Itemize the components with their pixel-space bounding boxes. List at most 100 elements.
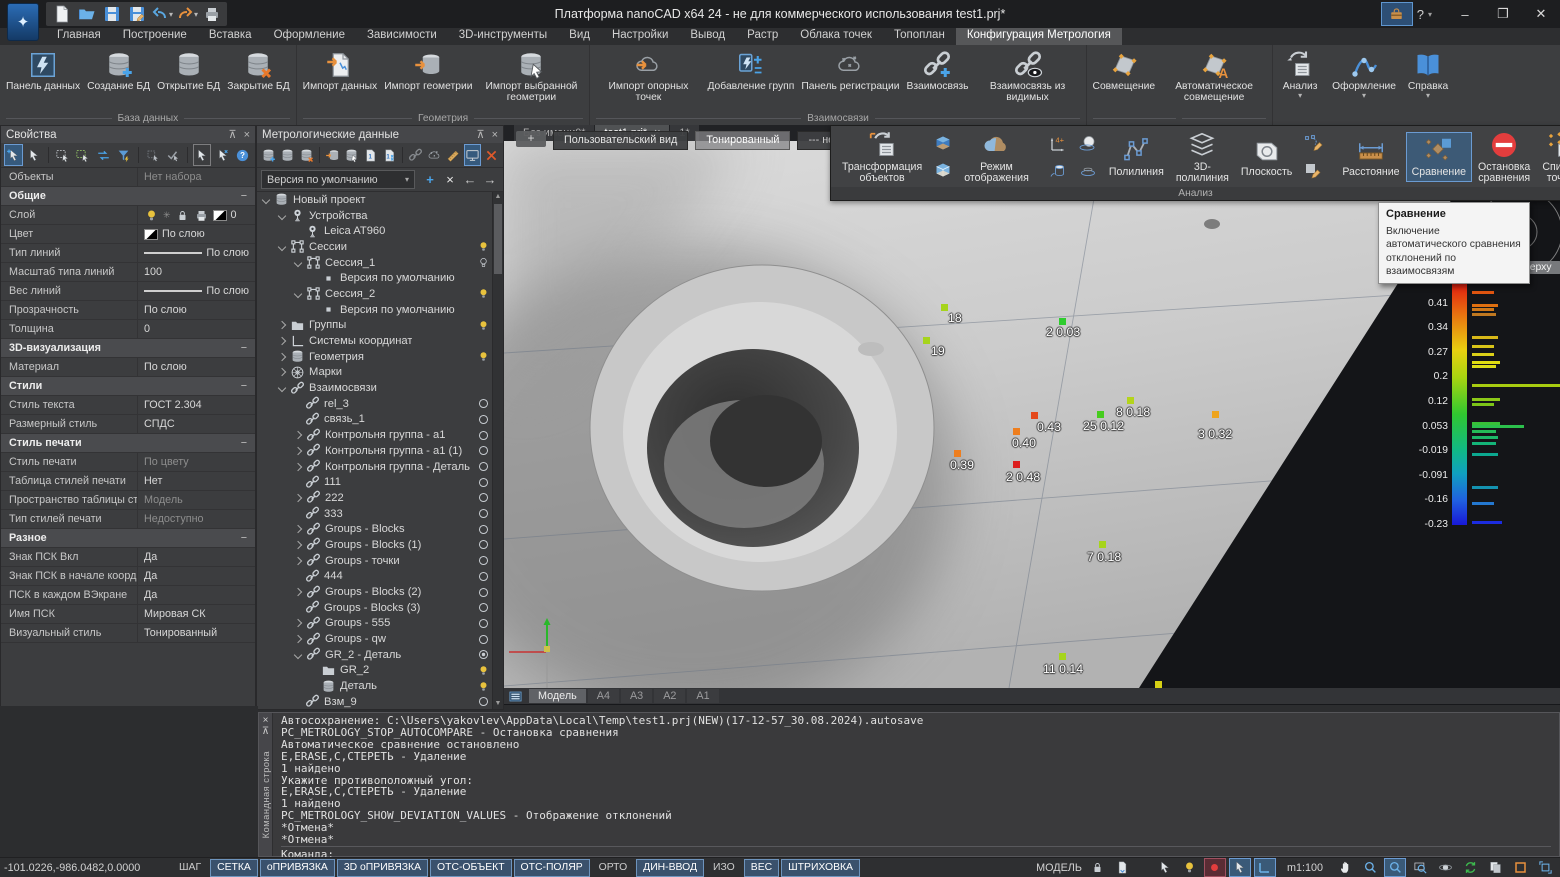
import-geometry-button[interactable]: Импорт геометрии <box>381 48 475 94</box>
property-value[interactable]: Да <box>138 589 255 601</box>
menu-tab[interactable]: Топоплан <box>883 28 956 45</box>
model-space-label[interactable]: МОДЕЛЬ <box>1036 862 1082 874</box>
circle-o-icon[interactable] <box>477 491 490 504</box>
shading-mode-button[interactable]: Тонированный <box>695 131 790 150</box>
deviation-marker[interactable] <box>1031 412 1038 419</box>
3d-polyline-button[interactable]: 3D-полилиния <box>1170 127 1235 187</box>
auto-alignment-button[interactable]: AАвтоматическое совмещение <box>1159 48 1269 105</box>
undo-button[interactable]: ▾ <box>150 3 173 25</box>
menu-tab[interactable]: Растр <box>736 28 789 45</box>
expander-icon[interactable] <box>278 368 286 376</box>
property-value[interactable]: 0 <box>138 323 255 335</box>
db-add-button[interactable] <box>260 144 277 166</box>
fullscreen-button[interactable] <box>1534 858 1556 877</box>
import-selected-geometry-button[interactable]: Импорт выбранной геометрии <box>476 48 586 105</box>
db-open2-button[interactable] <box>279 144 296 166</box>
property-value[interactable]: По слою <box>138 285 255 297</box>
tree-item[interactable]: Деталь <box>257 678 503 694</box>
circle-o-icon[interactable] <box>477 523 490 536</box>
status-toggle[interactable]: ДИН-ВВОД <box>636 859 704 877</box>
status-toggle[interactable]: ОТС-ПОЛЯР <box>514 859 590 877</box>
menu-tab[interactable]: Вставка <box>198 28 263 45</box>
relation-button[interactable]: Взаимосвязь <box>903 48 971 94</box>
circle-o-icon[interactable] <box>477 429 490 442</box>
tree-item[interactable]: Сессия_2 <box>257 286 503 302</box>
property-value[interactable]: Да <box>138 570 255 582</box>
bulb-on-icon[interactable] <box>477 664 490 677</box>
axes-4-button[interactable]: 4+ <box>1045 131 1071 156</box>
expander-icon[interactable] <box>278 321 286 329</box>
expander-icon[interactable] <box>294 588 302 596</box>
tree-item[interactable]: Геометрия <box>257 349 503 365</box>
deviation-marker[interactable] <box>1127 397 1134 404</box>
db-close-button[interactable]: Закрытие БД <box>224 48 292 94</box>
status-toggle[interactable]: ИЗО <box>706 859 742 877</box>
select-append-button[interactable] <box>4 144 23 166</box>
close-icon[interactable]: × <box>263 715 269 726</box>
bulb-on-icon[interactable] <box>477 680 490 693</box>
save-as-button[interactable] <box>125 3 148 25</box>
point-list-button[interactable]: Список точек <box>1536 127 1560 187</box>
property-value[interactable]: Мировая СК <box>138 608 255 620</box>
toolbox-icon[interactable] <box>1381 2 1413 26</box>
import-db-button[interactable] <box>324 144 341 166</box>
circle-dot-icon[interactable] <box>477 648 490 661</box>
measure-button[interactable] <box>445 144 462 166</box>
close-icon[interactable]: × <box>492 129 498 141</box>
circle-o-icon[interactable] <box>477 460 490 473</box>
sheet-tab[interactable]: А4 <box>588 689 619 703</box>
cursor-mode-button[interactable] <box>193 144 212 166</box>
deviation-marker[interactable] <box>1013 461 1020 468</box>
close-button[interactable]: ✕ <box>1522 0 1560 28</box>
sheet-list-icon[interactable] <box>508 689 523 704</box>
select-crossing-button[interactable] <box>74 144 93 166</box>
status-toggle[interactable]: ОТС-ОБЪЕКТ <box>430 859 512 877</box>
status-toggle[interactable]: оПРИВЯЗКА <box>260 859 335 877</box>
bulb-on-icon[interactable] <box>477 240 490 253</box>
tree-scrollbar[interactable]: ▲ ▼ <box>492 192 503 709</box>
property-value[interactable]: 100 <box>138 266 255 278</box>
circle-o-icon[interactable] <box>477 695 490 708</box>
cube-top-button[interactable] <box>930 131 956 156</box>
tree-item[interactable]: Groups - 555 <box>257 616 503 632</box>
expander-icon[interactable] <box>294 651 302 659</box>
compare-button[interactable]: Сравнение <box>1406 132 1472 181</box>
bulb-on-icon[interactable] <box>477 287 490 300</box>
status-toggle[interactable]: ОРТО <box>592 859 635 877</box>
status-toggle[interactable]: СЕТКА <box>210 859 258 877</box>
tree-item[interactable]: Groups - Blocks (3) <box>257 600 503 616</box>
minimize-button[interactable]: – <box>1446 0 1484 28</box>
deviation-marker[interactable] <box>1097 411 1104 418</box>
expander-icon[interactable] <box>294 525 302 533</box>
tree-item[interactable]: Устройства <box>257 208 503 224</box>
tree-item[interactable]: Контрольня группа - a1 <box>257 427 503 443</box>
lighting-button[interactable] <box>1179 858 1201 877</box>
chevron-down-icon[interactable]: ▾ <box>194 10 198 19</box>
collapse-icon[interactable]: − <box>241 437 247 449</box>
collapse-icon[interactable]: − <box>241 190 247 202</box>
version-add-button[interactable]: + <box>421 172 439 187</box>
db-open-button[interactable]: Открытие БД <box>154 48 223 94</box>
status-toggle[interactable]: ШТРИХОВКА <box>781 859 860 877</box>
report-1x-button[interactable]: 1 <box>381 144 398 166</box>
display-mode-button[interactable]: Режим отображения <box>958 127 1035 187</box>
tree-item[interactable]: Новый проект <box>257 192 503 208</box>
pin-icon[interactable]: ⊼ <box>262 726 269 737</box>
expander-icon[interactable] <box>278 384 286 392</box>
cloud-view-button[interactable] <box>426 144 443 166</box>
analysis-button[interactable]: Анализ▾ <box>1275 48 1325 112</box>
registration-panel-button[interactable]: Панель регистрации <box>798 48 902 94</box>
menu-tab[interactable]: 3D-инструменты <box>448 28 558 45</box>
selection-filter-button[interactable] <box>115 144 134 166</box>
expander-icon[interactable] <box>294 462 302 470</box>
version-delete-button[interactable]: × <box>441 172 459 187</box>
expander-icon[interactable] <box>294 619 302 627</box>
tree-item[interactable]: Groups - qw <box>257 631 503 647</box>
cube-bottom-button[interactable] <box>930 158 956 183</box>
property-value[interactable]: По слою <box>138 228 255 240</box>
property-value[interactable]: По цвету <box>138 456 255 468</box>
property-value[interactable]: По слою <box>138 361 255 373</box>
property-value[interactable]: По слою <box>138 247 255 259</box>
select-window-button[interactable] <box>53 144 72 166</box>
relations-view-button[interactable] <box>407 144 424 166</box>
